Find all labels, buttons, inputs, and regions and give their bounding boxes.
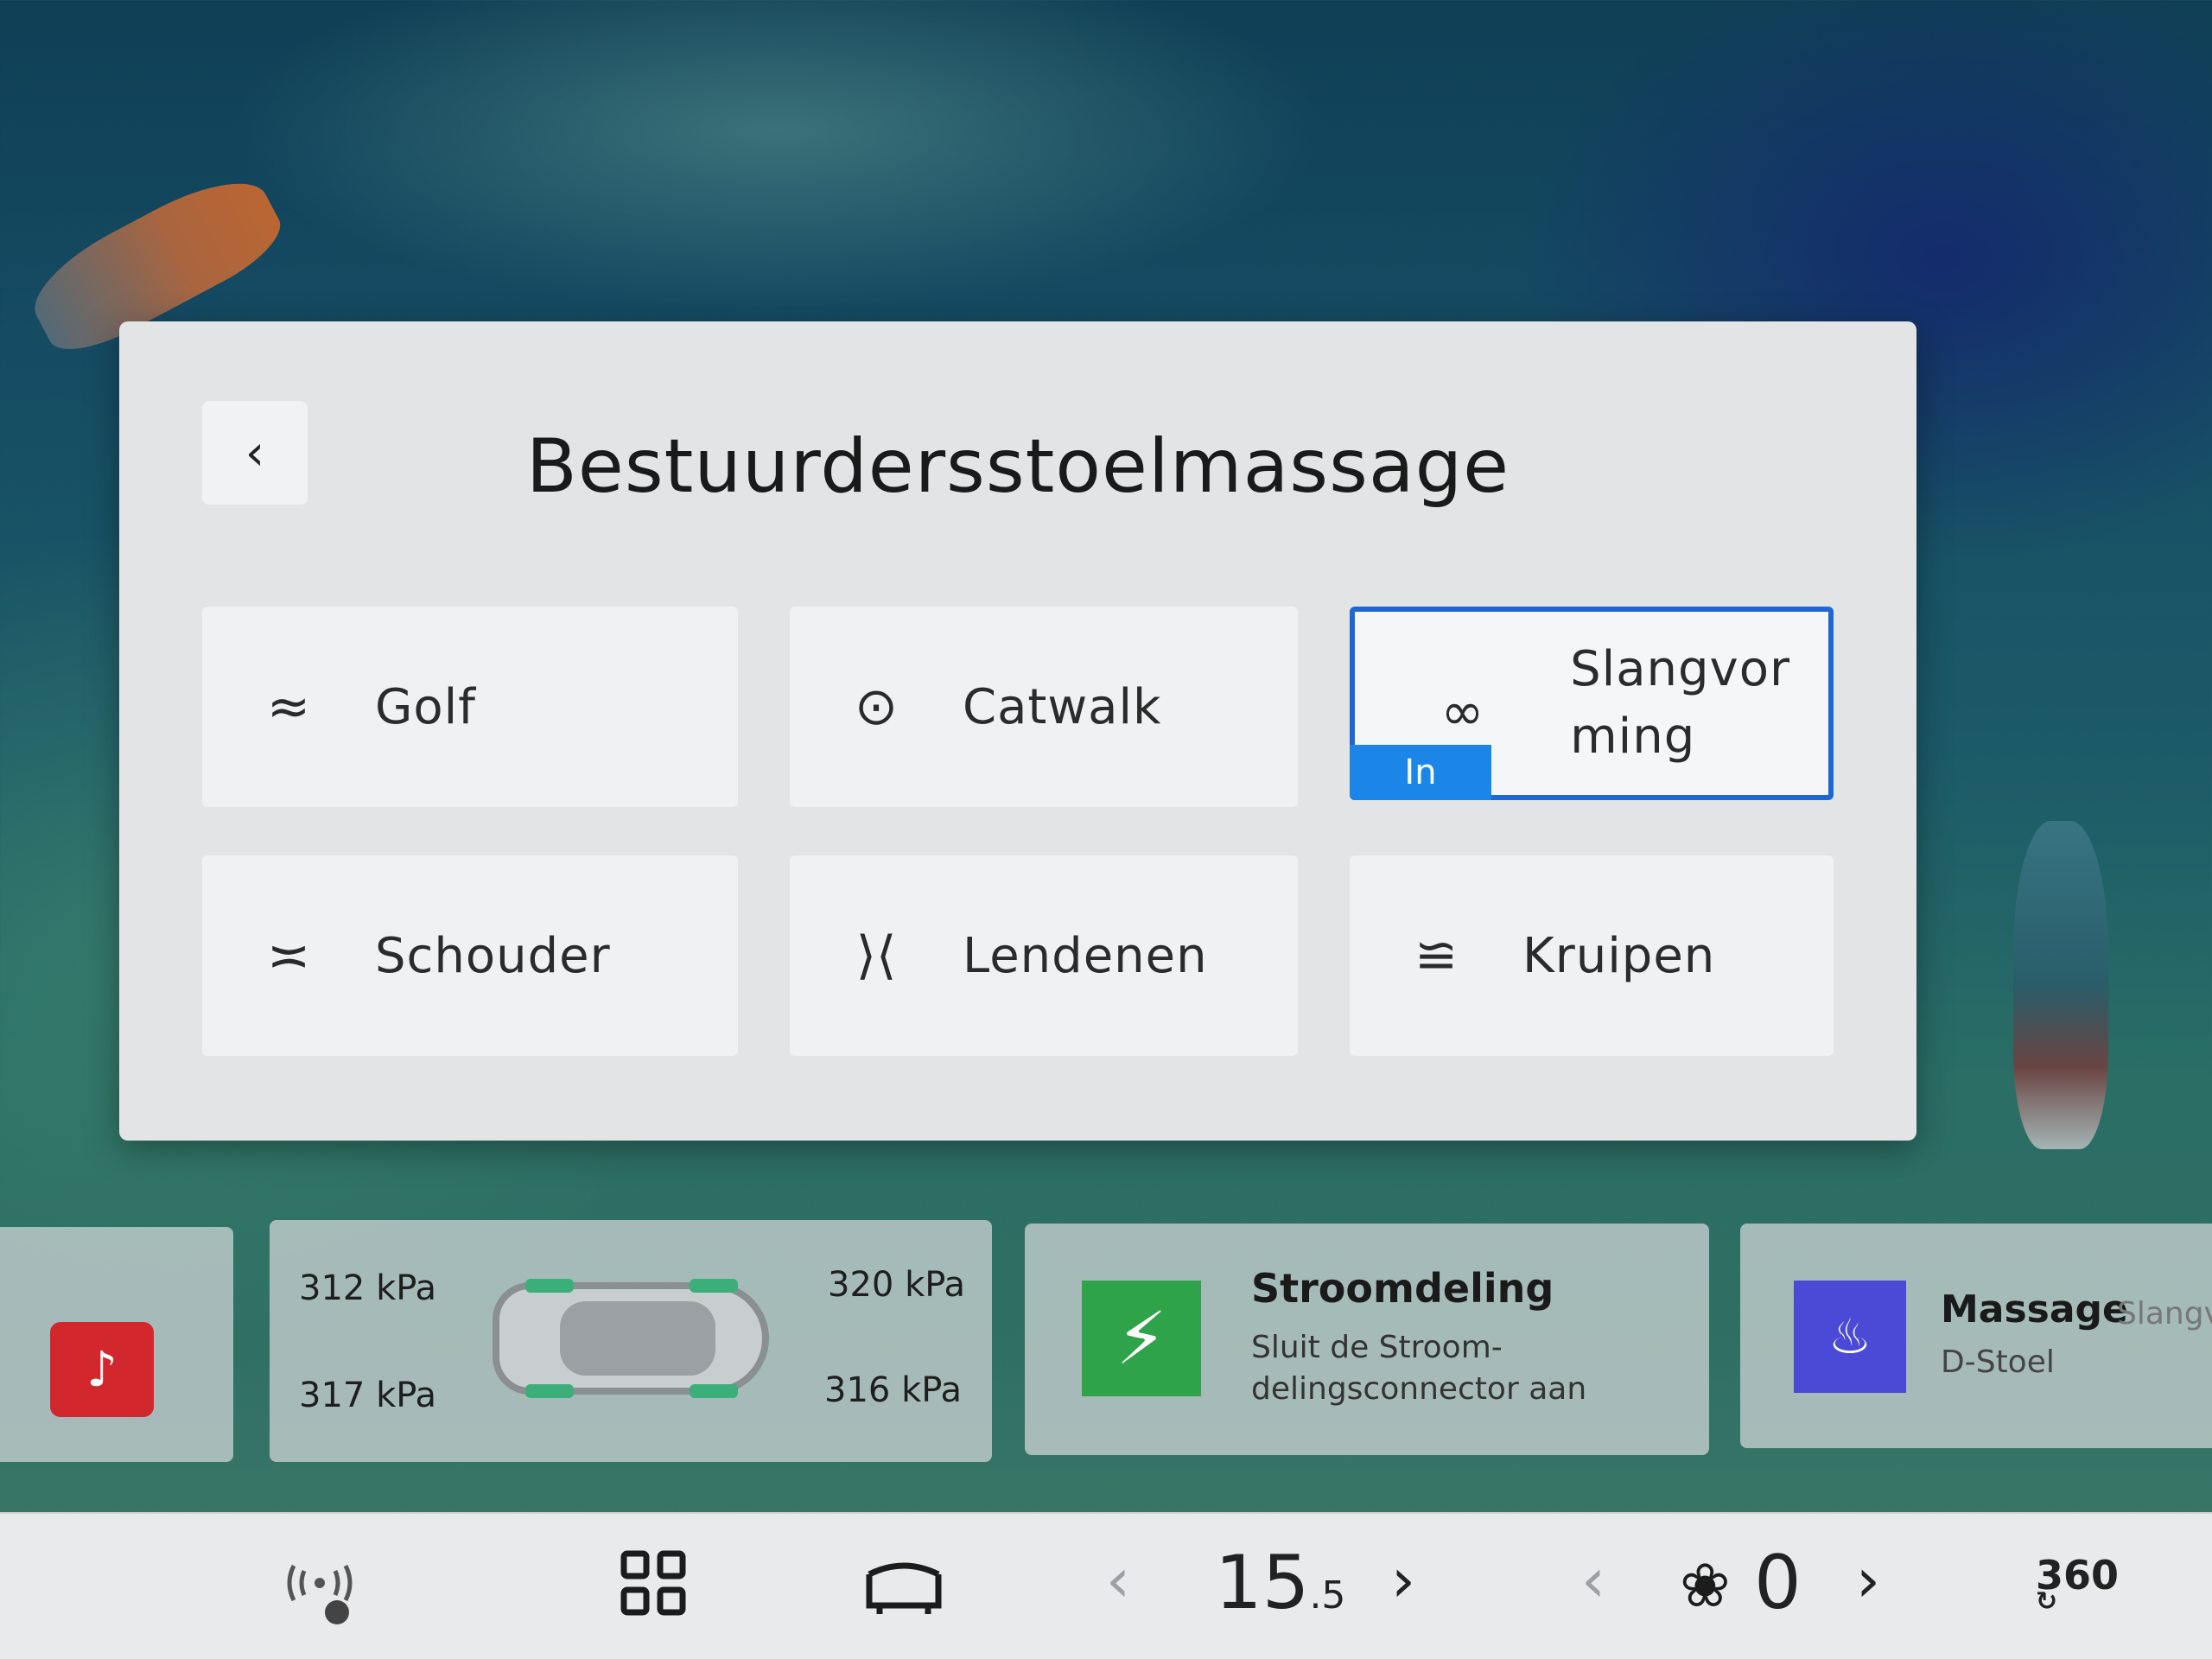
mode-label: Golf bbox=[375, 678, 476, 735]
mode-golf[interactable]: ≈ Golf bbox=[202, 607, 738, 807]
fan-level: 0 bbox=[1754, 1540, 1802, 1626]
power-sharing-widget[interactable]: ⚡ Stroomdeling Sluit de Stroom- delingsc… bbox=[1025, 1224, 1709, 1455]
wireless-signal-icon[interactable] bbox=[276, 1548, 363, 1641]
fan-up-button[interactable]: › bbox=[1856, 1545, 1880, 1616]
tire-rear-right: 316 kPa bbox=[824, 1370, 963, 1410]
curve-down-icon: ≍ bbox=[266, 925, 311, 986]
mode-label: Catwalk bbox=[963, 678, 1162, 735]
massage-mode-tag: Slangv bbox=[2117, 1296, 2212, 1332]
tire-rear-left: 317 kPa bbox=[299, 1376, 437, 1415]
brackets-icon: ⟩⟨ bbox=[855, 925, 897, 986]
power-subtitle: Sluit de Stroom- delingsconnector aan bbox=[1251, 1330, 1587, 1407]
mode-slangvorming[interactable]: ∞ Slangvorming In bbox=[1350, 607, 1834, 800]
massage-subtitle: D-Stoel bbox=[1941, 1344, 2055, 1380]
mode-schouder[interactable]: ≍ Schouder bbox=[202, 855, 738, 1056]
temperature-down-button[interactable]: ‹ bbox=[1106, 1545, 1130, 1616]
temperature-up-button[interactable]: › bbox=[1391, 1545, 1415, 1616]
tire-front-left: 312 kPa bbox=[299, 1268, 437, 1308]
target-icon: ⊙ bbox=[854, 677, 899, 737]
mode-label: Lendenen bbox=[963, 927, 1208, 984]
wave-icon: ≈ bbox=[266, 677, 311, 737]
massage-mode-grid: ≈ Golf ⊙ Catwalk ∞ Slangvorming In ≍ Sch… bbox=[202, 607, 1834, 1056]
active-badge: In bbox=[1350, 745, 1491, 800]
fan-down-button[interactable]: ‹ bbox=[1581, 1545, 1605, 1616]
infinity-icon: ∞ bbox=[1440, 682, 1484, 742]
widget-strip: ♪ 312 kPa 320 kPa 317 kPa 316 kPa ⚡ Stro… bbox=[0, 1220, 2212, 1462]
lightning-icon: ⚡ bbox=[1082, 1281, 1201, 1396]
bottom-dock: ‹ 15.5 › ‹ ❀ 0 › 360 ↻ bbox=[0, 1512, 2212, 1659]
massage-title: Massage bbox=[1941, 1287, 2128, 1332]
mode-lendenen[interactable]: ⟩⟨ Lendenen bbox=[790, 855, 1298, 1056]
seat-massage-panel: ‹ Bestuurdersstoelmassage ≈ Golf ⊙ Catwa… bbox=[119, 321, 1916, 1141]
crawl-icon: ≌ bbox=[1414, 925, 1459, 986]
usb-music-icon: ♪ bbox=[50, 1322, 154, 1417]
boat-decoration-right bbox=[2013, 821, 2108, 1149]
mode-label: Kruipen bbox=[1522, 927, 1716, 984]
power-title: Stroomdeling bbox=[1251, 1265, 1554, 1312]
mode-kruipen[interactable]: ≌ Kruipen bbox=[1350, 855, 1834, 1056]
car-seat-icon[interactable] bbox=[861, 1548, 947, 1632]
view-360-button[interactable]: 360 ↻ bbox=[2036, 1552, 2119, 1617]
temperature-display: 15.5 bbox=[1215, 1540, 1346, 1626]
massage-widget[interactable]: ♨ Massage Slangv D-Stoel bbox=[1740, 1224, 2212, 1448]
mode-label: Slangvorming bbox=[1570, 641, 1790, 765]
apps-grid-icon[interactable] bbox=[619, 1548, 688, 1632]
fan-icon: ❀ bbox=[1680, 1550, 1731, 1621]
mode-label: Schouder bbox=[375, 927, 611, 984]
seat-massage-icon: ♨ bbox=[1794, 1281, 1906, 1393]
tire-front-right: 320 kPa bbox=[828, 1265, 966, 1305]
tire-pressure-widget[interactable]: 312 kPa 320 kPa 317 kPa 316 kPa bbox=[270, 1220, 992, 1462]
mode-catwalk[interactable]: ⊙ Catwalk bbox=[790, 607, 1298, 807]
usb-music-widget[interactable]: ♪ bbox=[0, 1227, 233, 1462]
car-top-view-icon bbox=[493, 1279, 769, 1398]
page-title: Bestuurdersstoelmassage bbox=[525, 423, 1510, 510]
